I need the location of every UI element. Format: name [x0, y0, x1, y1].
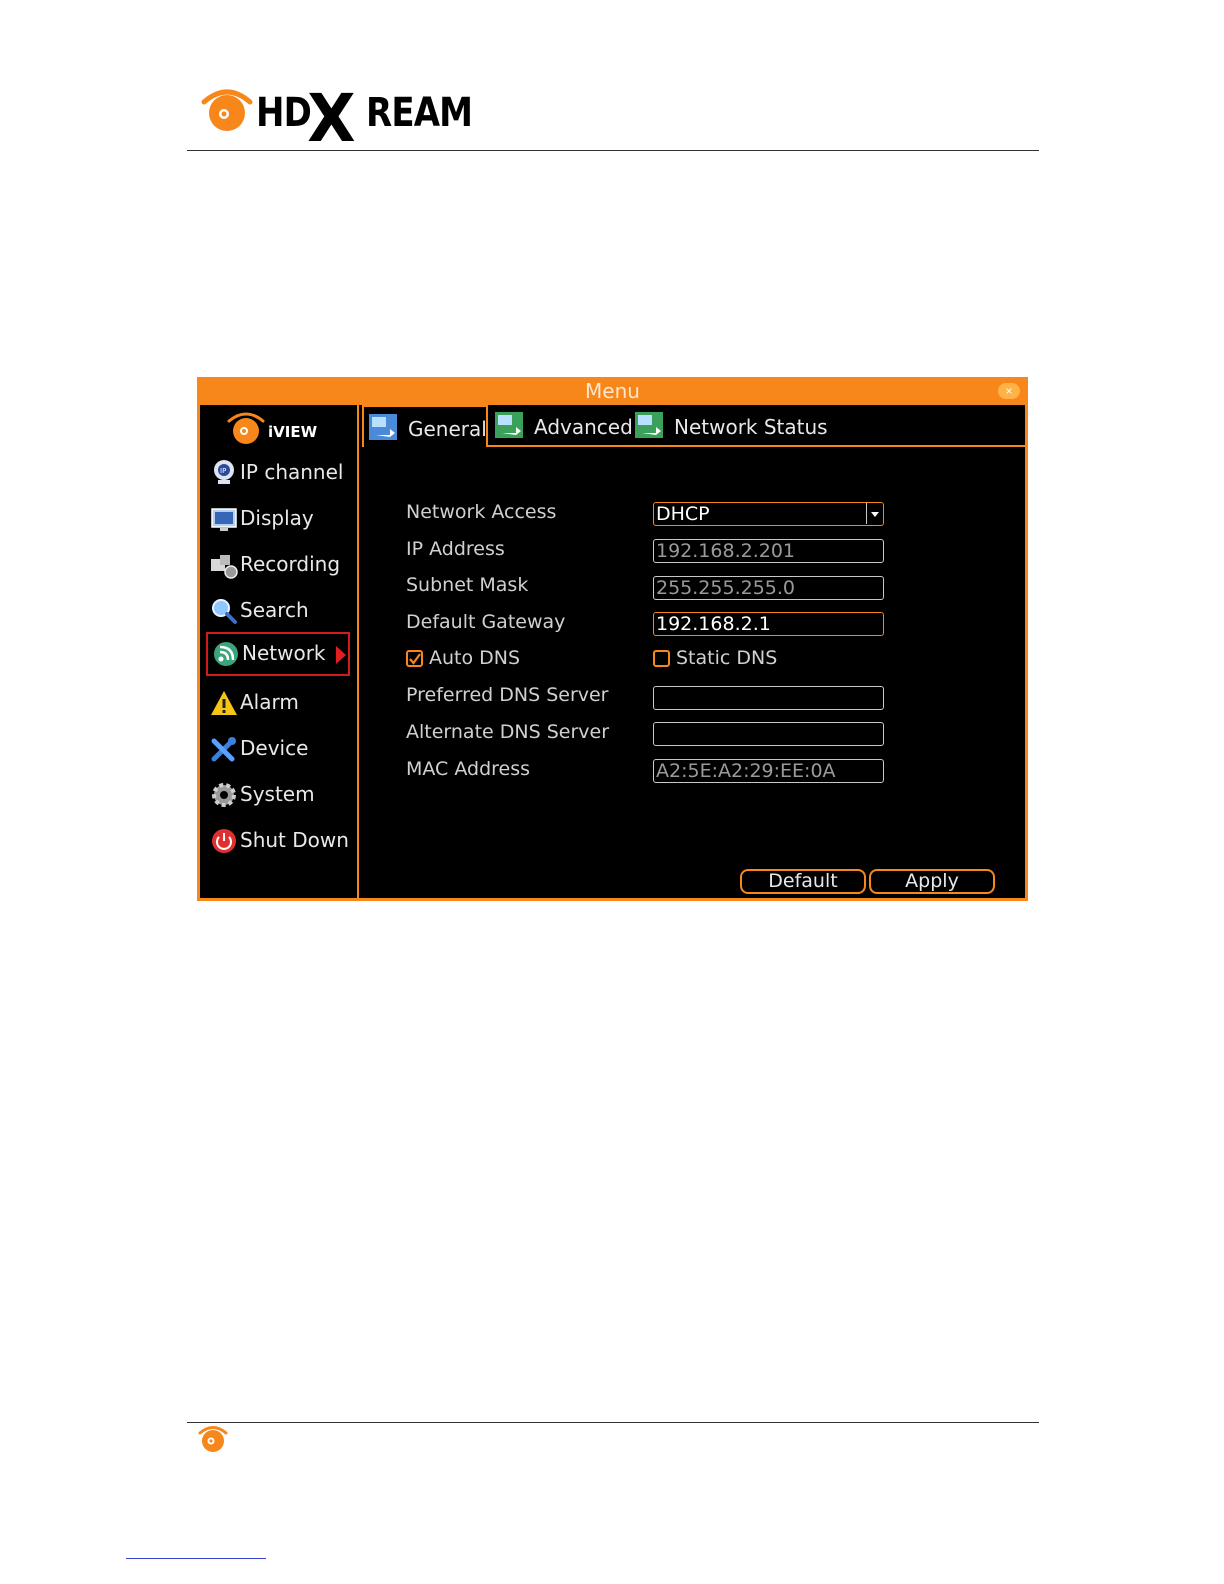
- sidebar-item-system[interactable]: System: [206, 773, 350, 817]
- window-title: Menu: [585, 379, 640, 403]
- tab-general[interactable]: General: [362, 405, 488, 447]
- monitor-icon: [211, 508, 237, 531]
- sidebar-item-label: IP channel: [240, 460, 344, 484]
- svg-text:IP: IP: [220, 467, 226, 475]
- network-access-value: DHCP: [656, 503, 710, 525]
- tab-network-status[interactable]: Network Status: [630, 405, 830, 447]
- logo-ream-text: REAM: [366, 90, 473, 136]
- sidebar-item-label: Recording: [240, 552, 341, 576]
- auto-dns-checkbox[interactable]: [406, 650, 423, 667]
- mac-address-field[interactable]: A2:5E:A2:29:EE:0A: [653, 759, 884, 783]
- gear-icon: [212, 783, 236, 807]
- active-arrow-icon: [336, 646, 346, 664]
- sidebar-item-ip-channel[interactable]: IP IP channel: [206, 451, 350, 495]
- sidebar-item-recording[interactable]: Recording: [206, 543, 350, 587]
- default-gateway-field[interactable]: 192.168.2.1: [653, 612, 884, 636]
- sidebar-item-label: Display: [240, 506, 314, 530]
- sidebar-item-label: Alarm: [240, 690, 299, 714]
- network-access-select[interactable]: DHCP: [653, 502, 884, 526]
- tab-label: Network Status: [674, 415, 828, 439]
- subnet-mask-field[interactable]: 255.255.255.0: [653, 576, 884, 600]
- mac-address-label: MAC Address: [406, 758, 531, 780]
- eye-logo-icon: [201, 89, 253, 131]
- tab-bar-edge: [1026, 405, 1028, 445]
- footer-eye-logo-icon: [198, 1426, 228, 1452]
- chevron-down-icon[interactable]: [866, 503, 883, 524]
- tools-icon: [211, 737, 236, 762]
- iview-logo: iVIEW: [226, 407, 336, 451]
- header-divider: [187, 150, 1039, 151]
- alternate-dns-label: Alternate DNS Server: [406, 721, 610, 743]
- preferred-dns-field[interactable]: [653, 686, 884, 710]
- ip-camera-icon: IP: [214, 460, 234, 484]
- sidebar-item-alarm[interactable]: Alarm: [206, 681, 350, 725]
- magnifier-icon: [212, 599, 237, 624]
- iview-eye-icon: [227, 412, 265, 444]
- preferred-dns-label: Preferred DNS Server: [406, 684, 609, 706]
- iview-brand-text: iVIEW: [268, 423, 318, 441]
- network-icon: [214, 642, 238, 666]
- logo-x-text: X: [307, 80, 356, 157]
- tab-advanced[interactable]: Advanced: [490, 405, 633, 447]
- ip-address-field[interactable]: 192.168.2.201: [653, 539, 884, 563]
- tab-bar: General Advanced Network Status: [362, 405, 1028, 447]
- static-dns-label: Static DNS: [676, 647, 778, 669]
- default-button[interactable]: Default: [740, 869, 866, 894]
- subnet-mask-label: Subnet Mask: [406, 574, 529, 596]
- sidebar: iVIEW IP IP channel Display Recording Se…: [200, 405, 359, 898]
- dvr-menu-window: Menu × iVIEW IP IP channel Display Recor…: [197, 377, 1028, 901]
- sidebar-item-label: Network: [242, 641, 326, 665]
- sidebar-item-device[interactable]: Device: [206, 727, 350, 771]
- sidebar-item-display[interactable]: Display: [206, 497, 350, 541]
- network-tab-icon: [635, 412, 663, 438]
- footer-divider: [187, 1422, 1039, 1423]
- network-tab-icon: [495, 412, 523, 438]
- default-gateway-label: Default Gateway: [406, 611, 566, 633]
- alternate-dns-field[interactable]: [653, 722, 884, 746]
- auto-dns-label: Auto DNS: [429, 647, 521, 669]
- logo-hd-text: HD: [256, 90, 312, 136]
- checkmark-icon: [409, 653, 421, 665]
- tab-label: Advanced: [534, 415, 633, 439]
- warning-icon: [211, 691, 237, 715]
- sidebar-item-network[interactable]: Network: [206, 632, 350, 676]
- sidebar-item-label: System: [240, 782, 315, 806]
- network-tab-icon: [369, 414, 397, 440]
- sidebar-item-shut-down[interactable]: Shut Down: [206, 819, 350, 863]
- sidebar-item-label: Shut Down: [240, 828, 349, 852]
- sidebar-item-search[interactable]: Search: [206, 589, 350, 633]
- ip-address-label: IP Address: [406, 538, 505, 560]
- static-dns-checkbox[interactable]: [653, 650, 670, 667]
- recording-icon: [211, 555, 238, 579]
- tab-label: General: [408, 417, 487, 441]
- apply-button[interactable]: Apply: [869, 869, 995, 894]
- close-icon: ×: [1005, 384, 1013, 398]
- close-button[interactable]: ×: [998, 383, 1020, 399]
- power-icon: [212, 829, 236, 853]
- hdxream-logo: HD X REAM: [200, 80, 473, 157]
- network-access-label: Network Access: [406, 501, 557, 523]
- window-titlebar: Menu ×: [197, 377, 1028, 405]
- sidebar-item-label: Device: [240, 736, 309, 760]
- sidebar-item-label: Search: [240, 598, 309, 622]
- footer-link-underline[interactable]: [126, 1558, 266, 1559]
